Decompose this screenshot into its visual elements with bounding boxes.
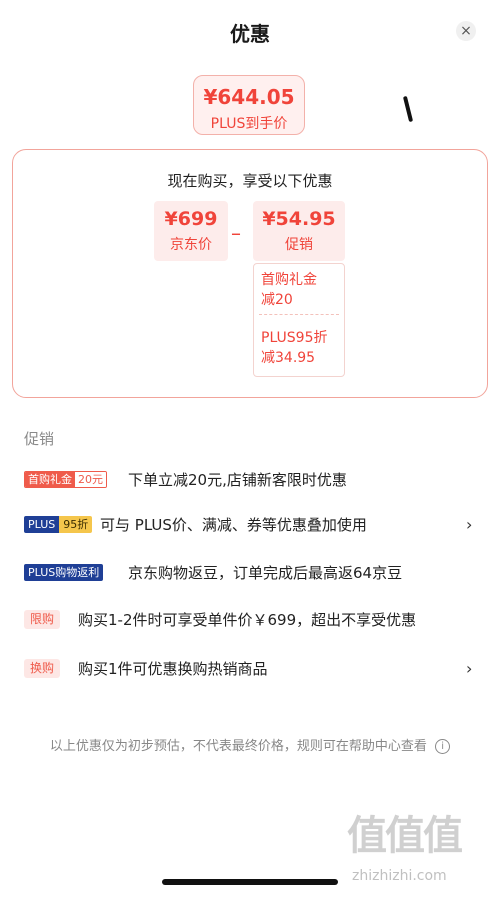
promo-detail-divider xyxy=(259,314,339,315)
promo-row-first-purchase: 首购礼金 20元 下单立减20元,店铺新客限时优惠 xyxy=(0,467,500,493)
tag-main: PLUS xyxy=(24,516,60,533)
tag-value: 95折 xyxy=(59,516,93,533)
tag-main: 首购礼金 xyxy=(25,472,75,487)
promo-chip: ¥54.95 促销 xyxy=(253,201,345,261)
promo-row-text: 购买1件可优惠换购热销商品 xyxy=(78,660,268,678)
footer-note: 以上优惠仅为初步预估，不代表最终价格，规则可在帮助中心查看 i xyxy=(0,735,500,754)
plus-price-label: PLUS到手价 xyxy=(210,116,288,132)
promo-row-plus-rebate: PLUS购物返利 京东购物返豆，订单完成后最高返64京豆 xyxy=(0,560,500,586)
promo-row-text: 购买1-2件时可享受单件价￥699，超出不享受优惠 xyxy=(78,611,417,629)
chevron-right-icon[interactable]: › xyxy=(466,512,472,538)
promo-label: 促销 xyxy=(285,237,313,253)
stroke-mark xyxy=(402,95,414,123)
watermark-logo: 值值值 xyxy=(347,813,463,859)
promo-detail-line: PLUS95折 xyxy=(261,330,328,346)
jd-price-chip: ¥699 京东价 xyxy=(154,201,228,261)
close-button[interactable]: × xyxy=(456,21,476,41)
promo-row-text: 可与 PLUS价、满减、券等优惠叠加使用 xyxy=(100,516,367,534)
info-icon[interactable]: i xyxy=(435,739,451,754)
promo-row-text: 京东购物返豆，订单完成后最高返64京豆 xyxy=(128,564,403,582)
promo-row-purchase-limit: 限购 购买1-2件时可享受单件价￥699，超出不享受优惠 xyxy=(0,607,500,633)
exchange-tag: 换购 xyxy=(24,659,61,678)
promo-detail-line: 减34.95 xyxy=(261,350,316,366)
plus-price-card: ¥644.05 PLUS到手价 xyxy=(193,75,305,135)
close-icon: × xyxy=(460,23,472,39)
promo-amount: ¥54.95 xyxy=(262,208,336,230)
plus-rebate-tag: PLUS购物返利 xyxy=(24,564,104,581)
plus-discount-tag: PLUS 95折 xyxy=(24,516,93,533)
chevron-right-icon[interactable]: › xyxy=(466,656,472,682)
promo-row-text: 下单立减20元,店铺新客限时优惠 xyxy=(128,471,347,489)
purchase-limit-tag: 限购 xyxy=(24,610,61,629)
minus-operator: – xyxy=(231,221,241,245)
jd-price-amount: ¥699 xyxy=(164,208,218,230)
promo-row-exchange[interactable]: 换购 购买1件可优惠换购热销商品 › xyxy=(0,656,500,682)
tag-value: 20元 xyxy=(75,472,106,487)
page-title: 优惠 xyxy=(230,22,270,46)
promo-detail-line: 减20 xyxy=(261,292,293,308)
plus-price-amount: ¥644.05 xyxy=(203,85,295,109)
promo-detail-line: 首购礼金 xyxy=(261,272,317,288)
home-indicator xyxy=(162,879,338,885)
promo-detail-item: PLUS95折 减34.95 xyxy=(261,328,328,368)
breakdown-title: 现在购买，享受以下优惠 xyxy=(167,172,333,190)
promotions-section-label: 促销 xyxy=(24,430,55,448)
promo-row-plus-discount[interactable]: PLUS 95折 可与 PLUS价、满减、券等优惠叠加使用 › xyxy=(0,512,500,538)
footer-note-text: 以上优惠仅为初步预估，不代表最终价格，规则可在帮助中心查看 xyxy=(49,739,427,754)
jd-price-label: 京东价 xyxy=(170,237,212,253)
watermark-text: zhizhizhi.com xyxy=(352,868,447,884)
promo-detail-item: 首购礼金 减20 xyxy=(261,270,317,310)
first-purchase-tag: 首购礼金 20元 xyxy=(24,471,107,488)
